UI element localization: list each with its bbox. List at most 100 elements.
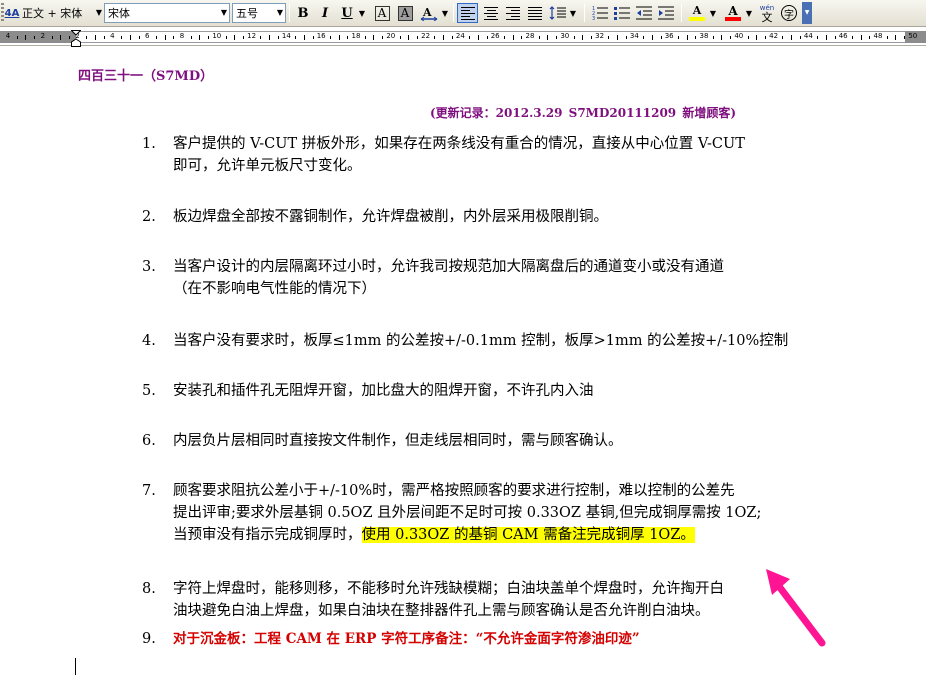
style-dropdown[interactable]: 正文 + 宋体 ▼ — [22, 3, 102, 23]
ruler-label: 26 — [490, 32, 500, 40]
ruler-tick — [25, 35, 27, 40]
ruler-tick — [817, 36, 819, 39]
styles-pane-icon[interactable]: 4A — [4, 3, 20, 23]
character-border-icon: A — [374, 5, 390, 21]
align-left-button[interactable] — [457, 3, 478, 23]
character-scaling-button[interactable]: A — [418, 3, 440, 23]
increase-indent-icon — [658, 6, 674, 20]
bold-button[interactable]: B — [293, 3, 313, 23]
ruler-tick — [60, 35, 62, 40]
chevron-down-icon[interactable]: ▼ — [440, 3, 450, 23]
highlighter-icon: A — [692, 4, 702, 17]
decrease-indent-icon — [636, 6, 652, 20]
chevron-down-icon: ▼ — [95, 8, 102, 17]
highlighted-text: 使用 0.33OZ 的基铜 CAM 需备注完成铜厚 1OZ。 — [361, 527, 695, 543]
underline-button[interactable]: U — [337, 3, 357, 23]
ruler-label: 8 — [179, 32, 185, 40]
highlight-color-swatch — [689, 17, 705, 21]
character-border-button[interactable]: A — [372, 3, 392, 23]
ruler-label: 6 — [144, 32, 150, 40]
character-shading-button[interactable]: A — [395, 3, 415, 23]
ruler-tick — [199, 35, 201, 40]
chevron-down-icon[interactable]: ▼ — [708, 3, 718, 23]
chevron-down-icon[interactable]: ▼ — [744, 3, 754, 23]
ruler-tick — [782, 36, 784, 39]
ruler-tick — [364, 36, 366, 39]
list-number: 1. — [142, 136, 156, 152]
font-name-dropdown[interactable]: 宋体 ▼ — [104, 3, 230, 23]
chevron-down-icon[interactable]: ▼ — [568, 3, 578, 23]
ruler-tick — [95, 35, 96, 40]
toolbar-separator — [289, 4, 290, 22]
horizontal-ruler[interactable]: 4 2 2 4 6 8 10 12 14 16 18 20 22 24 26 28 30 32 34 36 38 40 42… — [0, 28, 926, 46]
line-spacing-button[interactable] — [548, 3, 568, 23]
highlight-button[interactable]: A — [686, 3, 708, 23]
ruler-tick — [469, 36, 471, 39]
ruler-tick — [503, 36, 505, 39]
ruler-tick — [686, 35, 688, 40]
list-text: 当客户没有要求时，板厚≤1mm 的公差按+/-0.1mm 控制，板厚>1mm 的… — [173, 330, 913, 352]
ruler-label: 4 — [110, 32, 115, 40]
ruler-label: 14 — [281, 32, 291, 40]
update-record: (更新记录：2012.3.29 S7MD20111209 新增顾客) — [430, 106, 737, 120]
align-center-button[interactable] — [481, 3, 501, 23]
ruler-tick — [303, 35, 305, 40]
document-heading: 四百三十一（S7MD） — [78, 69, 214, 84]
ruler-tick — [382, 36, 384, 39]
list-number: 5. — [142, 383, 156, 399]
enclosed-characters-button[interactable]: 字 — [779, 3, 799, 23]
ruler-label: 28 — [525, 32, 535, 40]
increase-indent-button[interactable] — [656, 3, 676, 23]
list-text: 板边焊盘全部按不露铜制作，允许焊盘被削，内外层采用极限削铜。 — [173, 206, 913, 228]
ruler-tick — [512, 35, 514, 40]
ruler-label: 42 — [769, 32, 779, 40]
list-number: 8. — [142, 581, 156, 597]
ruler-label: 36 — [664, 32, 674, 40]
character-shading-icon: A — [397, 5, 413, 21]
text-cursor — [75, 658, 76, 675]
ruler-tick — [164, 35, 166, 40]
ruler-tick — [477, 35, 479, 40]
svg-text:3: 3 — [592, 16, 595, 21]
toolbar-options-button[interactable]: ▼ — [802, 2, 812, 24]
ruler-tick — [677, 36, 679, 39]
ruler-label: 2 — [40, 32, 46, 40]
ruler-label: 40 — [734, 32, 744, 40]
italic-button[interactable]: I — [315, 3, 335, 23]
align-right-button[interactable] — [503, 3, 523, 23]
ruler-tick — [434, 36, 436, 39]
bullets-button[interactable] — [612, 3, 632, 23]
list-text: 顾客要求阻抗公差小于+/-10%时，需严格按照顾客的要求进行控制，难以控制的公差… — [173, 480, 913, 546]
ruler-label: 18 — [351, 32, 361, 40]
ruler-tick — [277, 36, 279, 39]
font-color-swatch — [725, 17, 741, 21]
text-line: 内层负片层相同时直接按文件制作，但走线层相同时，需与顾客确认。 — [173, 433, 623, 449]
numbering-button[interactable]: 1 2 3 — [590, 3, 610, 23]
ruler-tick — [51, 36, 53, 39]
align-left-icon — [460, 6, 475, 20]
phonetic-guide-button[interactable]: wén 文 — [757, 3, 777, 23]
ruler-tick — [16, 36, 18, 39]
list-number: 2. — [142, 209, 156, 225]
toolbar-separator — [453, 4, 454, 22]
ruler-tick — [747, 36, 749, 39]
ruler-tick — [138, 36, 140, 39]
font-size-dropdown[interactable]: 五号 ▼ — [232, 3, 286, 23]
ruler-label: 10 — [212, 32, 222, 40]
ruler-tick — [651, 35, 653, 40]
ruler-label: 48 — [873, 32, 883, 40]
document-page[interactable]: 四百三十一（S7MD） (更新记录：2012.3.29 S7MD20111209… — [0, 47, 926, 693]
list-number: 3. — [142, 259, 156, 275]
list-number: 9. — [142, 631, 156, 647]
ruler-tick — [68, 36, 70, 39]
ruler-tick — [408, 35, 410, 40]
decrease-indent-button[interactable] — [634, 3, 654, 23]
ruler-label: 30 — [560, 32, 570, 40]
chevron-down-icon[interactable]: ▼ — [357, 3, 367, 23]
chevron-down-icon: ▼ — [276, 8, 283, 17]
indent-marker-icon[interactable] — [71, 30, 81, 47]
chevron-down-icon: ▼ — [220, 8, 227, 17]
justify-button[interactable] — [525, 3, 545, 23]
font-color-button[interactable]: A — [722, 3, 744, 23]
ruler-tick — [886, 36, 888, 39]
